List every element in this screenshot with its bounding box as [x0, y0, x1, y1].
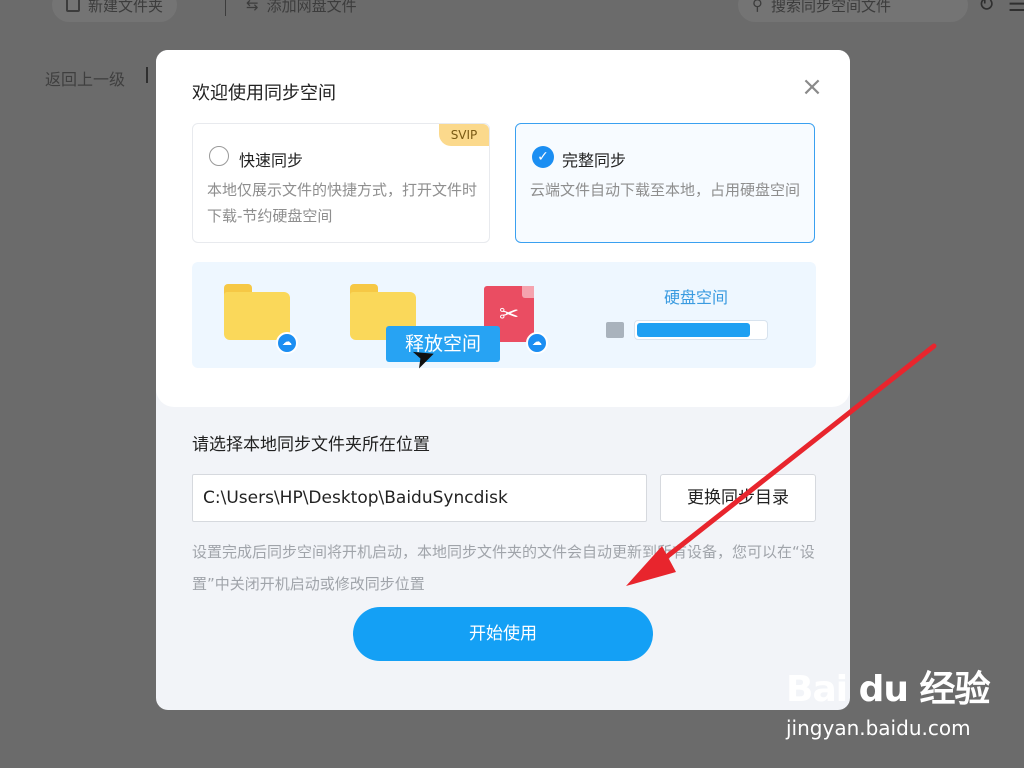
baidu-jingyan-watermark: Bai du 经验 jingyan.baidu.com — [786, 660, 991, 740]
arrow-shaft — [652, 343, 937, 569]
red-arrow-annotation — [626, 343, 937, 586]
watermark-url: jingyan.baidu.com — [786, 716, 971, 740]
watermark-logo: Bai du 经验 — [786, 660, 991, 712]
arrow-head — [626, 546, 676, 586]
watermark-brand: Bai du 经验 — [786, 669, 991, 710]
